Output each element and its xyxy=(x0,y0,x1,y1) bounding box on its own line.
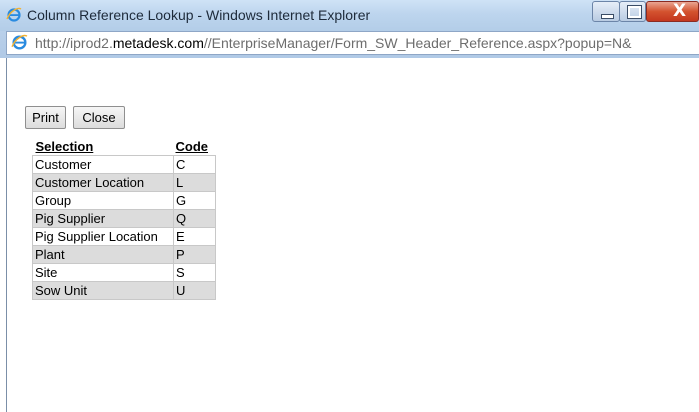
code-cell: E xyxy=(173,227,216,246)
maximize-button[interactable] xyxy=(619,1,646,22)
print-button[interactable]: Print xyxy=(25,106,66,129)
code-cell: L xyxy=(173,173,216,192)
selection-cell: Site xyxy=(32,263,174,282)
close-button[interactable]: Close xyxy=(73,106,125,129)
selection-column-header[interactable]: Selection xyxy=(32,137,174,156)
window-frame-edge xyxy=(6,58,7,412)
window-titlebar[interactable]: Column Reference Lookup - Windows Intern… xyxy=(0,0,699,31)
url-prefix: http://iprod2. xyxy=(35,35,113,51)
address-bar: http://iprod2.metadesk.com//EnterpriseMa… xyxy=(0,31,699,58)
window-close-button[interactable]: X xyxy=(646,1,699,22)
selection-cell: Sow Unit xyxy=(32,281,174,300)
table-row[interactable]: Customer Location L xyxy=(32,173,216,192)
minimize-button[interactable] xyxy=(592,1,620,22)
selection-cell: Plant xyxy=(32,245,174,264)
selection-cell: Pig Supplier Location xyxy=(32,227,174,246)
selection-cell: Pig Supplier xyxy=(32,209,174,228)
url-suffix: //EnterpriseManager/Form_SW_Header_Refer… xyxy=(203,35,632,51)
window-title: Column Reference Lookup - Windows Intern… xyxy=(27,7,371,23)
code-cell: Q xyxy=(173,209,216,228)
table-row[interactable]: Site S xyxy=(32,263,216,282)
table-row[interactable]: Group G xyxy=(32,191,216,210)
url-field[interactable]: http://iprod2.metadesk.com//EnterpriseMa… xyxy=(6,31,699,55)
code-cell: C xyxy=(173,155,216,174)
selection-cell: Group xyxy=(32,191,174,210)
ie-logo-icon xyxy=(11,34,28,51)
code-cell: U xyxy=(173,281,216,300)
reference-table: Selection Code Customer C Customer Locat… xyxy=(32,137,216,300)
table-row[interactable]: Pig Supplier Q xyxy=(32,209,216,228)
url-domain: metadesk.com xyxy=(112,35,204,51)
selection-cell: Customer xyxy=(32,155,174,174)
url-text: http://iprod2.metadesk.com//EnterpriseMa… xyxy=(35,35,632,51)
ie-logo-icon xyxy=(6,7,22,23)
close-icon: X xyxy=(673,1,687,21)
code-column-header[interactable]: Code xyxy=(173,137,216,156)
table-row[interactable]: Plant P xyxy=(32,245,216,264)
table-row[interactable]: Pig Supplier Location E xyxy=(32,227,216,246)
code-cell: G xyxy=(173,191,216,210)
table-row[interactable]: Customer C xyxy=(32,155,216,174)
code-cell: P xyxy=(173,245,216,264)
code-cell: S xyxy=(173,263,216,282)
selection-cell: Customer Location xyxy=(32,173,174,192)
table-row[interactable]: Sow Unit U xyxy=(32,281,216,300)
table-header-row: Selection Code xyxy=(32,137,216,156)
page-content: Print Close Selection Code Customer C Cu… xyxy=(0,58,699,412)
